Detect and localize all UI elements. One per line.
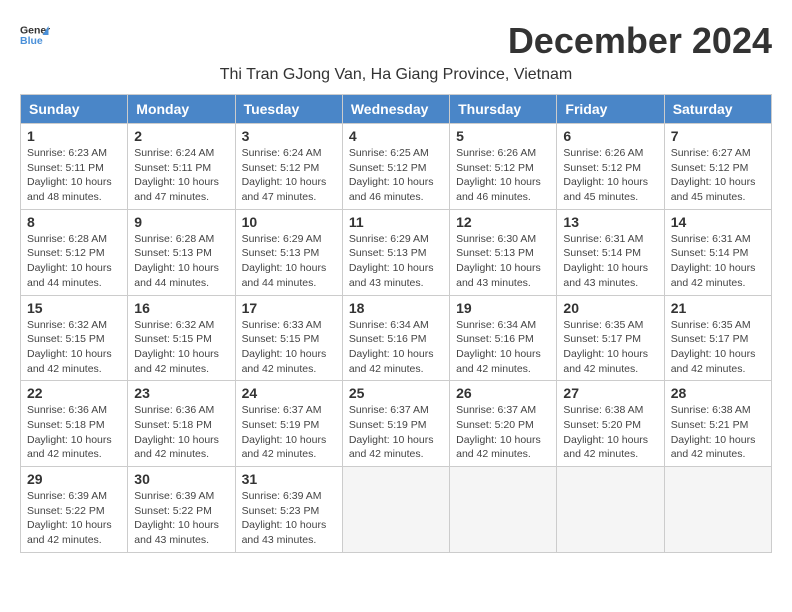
day-13: 13 Sunrise: 6:31 AMSunset: 5:14 PMDaylig…: [557, 209, 664, 295]
day-12: 12 Sunrise: 6:30 AMSunset: 5:13 PMDaylig…: [450, 209, 557, 295]
day-empty-3: [557, 467, 664, 553]
day-15: 15 Sunrise: 6:32 AMSunset: 5:15 PMDaylig…: [21, 295, 128, 381]
day-2: 2 Sunrise: 6:24 AMSunset: 5:11 PMDayligh…: [128, 124, 235, 210]
table-row: 8 Sunrise: 6:28 AMSunset: 5:12 PMDayligh…: [21, 209, 772, 295]
header: General Blue December 2024: [20, 20, 772, 62]
table-row: 15 Sunrise: 6:32 AMSunset: 5:15 PMDaylig…: [21, 295, 772, 381]
day-31: 31 Sunrise: 6:39 AMSunset: 5:23 PMDaylig…: [235, 467, 342, 553]
day-25: 25 Sunrise: 6:37 AMSunset: 5:19 PMDaylig…: [342, 381, 449, 467]
day-7: 7 Sunrise: 6:27 AMSunset: 5:12 PMDayligh…: [664, 124, 771, 210]
day-24: 24 Sunrise: 6:37 AMSunset: 5:19 PMDaylig…: [235, 381, 342, 467]
day-6: 6 Sunrise: 6:26 AMSunset: 5:12 PMDayligh…: [557, 124, 664, 210]
day-4: 4 Sunrise: 6:25 AMSunset: 5:12 PMDayligh…: [342, 124, 449, 210]
col-tuesday: Tuesday: [235, 95, 342, 124]
day-19: 19 Sunrise: 6:34 AMSunset: 5:16 PMDaylig…: [450, 295, 557, 381]
day-5: 5 Sunrise: 6:26 AMSunset: 5:12 PMDayligh…: [450, 124, 557, 210]
col-friday: Friday: [557, 95, 664, 124]
day-16: 16 Sunrise: 6:32 AMSunset: 5:15 PMDaylig…: [128, 295, 235, 381]
table-row: 1 Sunrise: 6:23 AMSunset: 5:11 PMDayligh…: [21, 124, 772, 210]
day-27: 27 Sunrise: 6:38 AMSunset: 5:20 PMDaylig…: [557, 381, 664, 467]
day-8: 8 Sunrise: 6:28 AMSunset: 5:12 PMDayligh…: [21, 209, 128, 295]
location-title: Thi Tran GJong Van, Ha Giang Province, V…: [20, 66, 772, 84]
day-empty-4: [664, 467, 771, 553]
day-30: 30 Sunrise: 6:39 AMSunset: 5:22 PMDaylig…: [128, 467, 235, 553]
day-23: 23 Sunrise: 6:36 AMSunset: 5:18 PMDaylig…: [128, 381, 235, 467]
day-28: 28 Sunrise: 6:38 AMSunset: 5:21 PMDaylig…: [664, 381, 771, 467]
table-row: 29 Sunrise: 6:39 AMSunset: 5:22 PMDaylig…: [21, 467, 772, 553]
col-thursday: Thursday: [450, 95, 557, 124]
day-21: 21 Sunrise: 6:35 AMSunset: 5:17 PMDaylig…: [664, 295, 771, 381]
day-empty-1: [342, 467, 449, 553]
logo: General Blue: [20, 20, 50, 50]
day-22: 22 Sunrise: 6:36 AMSunset: 5:18 PMDaylig…: [21, 381, 128, 467]
day-10: 10 Sunrise: 6:29 AMSunset: 5:13 PMDaylig…: [235, 209, 342, 295]
day-11: 11 Sunrise: 6:29 AMSunset: 5:13 PMDaylig…: [342, 209, 449, 295]
day-17: 17 Sunrise: 6:33 AMSunset: 5:15 PMDaylig…: [235, 295, 342, 381]
generalblue-logo-icon: General Blue: [20, 20, 50, 50]
col-wednesday: Wednesday: [342, 95, 449, 124]
col-saturday: Saturday: [664, 95, 771, 124]
day-18: 18 Sunrise: 6:34 AMSunset: 5:16 PMDaylig…: [342, 295, 449, 381]
table-row: 22 Sunrise: 6:36 AMSunset: 5:18 PMDaylig…: [21, 381, 772, 467]
day-26: 26 Sunrise: 6:37 AMSunset: 5:20 PMDaylig…: [450, 381, 557, 467]
day-1: 1 Sunrise: 6:23 AMSunset: 5:11 PMDayligh…: [21, 124, 128, 210]
day-29: 29 Sunrise: 6:39 AMSunset: 5:22 PMDaylig…: [21, 467, 128, 553]
day-3: 3 Sunrise: 6:24 AMSunset: 5:12 PMDayligh…: [235, 124, 342, 210]
day-empty-2: [450, 467, 557, 553]
month-title: December 2024: [508, 20, 772, 62]
day-20: 20 Sunrise: 6:35 AMSunset: 5:17 PMDaylig…: [557, 295, 664, 381]
day-9: 9 Sunrise: 6:28 AMSunset: 5:13 PMDayligh…: [128, 209, 235, 295]
col-sunday: Sunday: [21, 95, 128, 124]
col-monday: Monday: [128, 95, 235, 124]
day-14: 14 Sunrise: 6:31 AMSunset: 5:14 PMDaylig…: [664, 209, 771, 295]
calendar-table: Sunday Monday Tuesday Wednesday Thursday…: [20, 94, 772, 553]
svg-text:Blue: Blue: [20, 35, 43, 47]
